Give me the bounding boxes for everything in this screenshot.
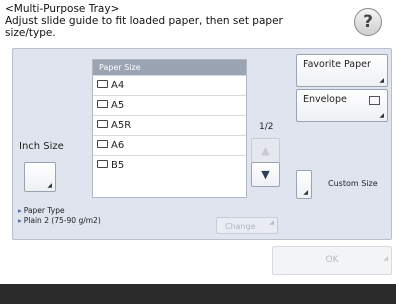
list-item[interactable]: A5R: [93, 115, 246, 135]
list-item-label: A5: [111, 100, 125, 111]
scroll-down-button[interactable]: ▼: [251, 162, 280, 187]
paper-type-label: Paper Type: [23, 206, 65, 215]
corner-arrow-icon: ◢: [303, 189, 308, 196]
paper-size-header: Paper Size: [93, 60, 246, 75]
envelope-label: Envelope: [303, 94, 347, 105]
scroll-up-button[interactable]: ▲: [251, 138, 280, 163]
list-item[interactable]: A5: [93, 95, 246, 115]
paper-icon: [97, 120, 108, 128]
paper-icon: [97, 160, 108, 168]
paper-type-info: ▸ Paper Type ▸ Plain 2 (75-90 g/m2): [18, 206, 101, 226]
favorite-paper-label: Favorite Paper: [303, 59, 371, 70]
list-item[interactable]: B5: [93, 155, 246, 175]
list-item-label: A6: [111, 140, 125, 151]
ok-label: OK: [325, 255, 339, 265]
list-item-label: B5: [111, 160, 125, 171]
bullet-icon: ▸: [18, 216, 22, 225]
inch-size-button[interactable]: ◢: [24, 162, 56, 192]
status-bar: [0, 284, 396, 304]
paper-settings-panel: Inch Size ◢ Paper Size A4 A5 A5R A6 B5 1…: [12, 48, 392, 240]
help-icon: ?: [363, 12, 373, 32]
corner-arrow-icon: ◢: [379, 77, 384, 84]
paper-icon: [97, 140, 108, 148]
envelope-button[interactable]: Envelope ◢: [296, 89, 388, 122]
bullet-icon: ▸: [18, 206, 22, 215]
list-item[interactable]: A4: [93, 75, 246, 95]
envelope-icon: [369, 96, 380, 105]
corner-arrow-icon: ◢: [379, 112, 384, 119]
corner-arrow-icon: ◢: [47, 182, 52, 189]
header: <Multi-Purpose Tray> Adjust slide guide …: [5, 3, 335, 39]
change-label: Change: [225, 222, 256, 231]
ok-button[interactable]: OK ◢: [272, 246, 392, 275]
page-indicator: 1/2: [259, 122, 274, 132]
list-item[interactable]: A6: [93, 135, 246, 155]
inch-size-label: Inch Size: [19, 141, 64, 152]
paper-type-value: Plain 2 (75-90 g/m2): [23, 216, 101, 225]
help-button[interactable]: ?: [354, 8, 382, 36]
custom-size-button[interactable]: ◢: [296, 170, 312, 199]
list-item-label: A4: [111, 80, 125, 91]
corner-arrow-icon: ◢: [383, 255, 388, 262]
favorite-paper-button[interactable]: Favorite Paper ◢: [296, 54, 388, 87]
change-button[interactable]: Change ◢: [216, 217, 278, 234]
paper-size-list: Paper Size A4 A5 A5R A6 B5: [92, 59, 247, 198]
list-item-label: A5R: [111, 120, 132, 131]
up-arrow-icon: ▲: [261, 144, 270, 157]
down-arrow-icon: ▼: [261, 168, 270, 181]
paper-icon: [97, 80, 108, 88]
custom-size-label: Custom Size: [328, 179, 378, 188]
paper-icon: [97, 100, 108, 108]
corner-arrow-icon: ◢: [269, 219, 274, 226]
instruction-text: Adjust slide guide to fit loaded paper, …: [5, 15, 283, 39]
tray-title: <Multi-Purpose Tray>: [5, 3, 120, 15]
